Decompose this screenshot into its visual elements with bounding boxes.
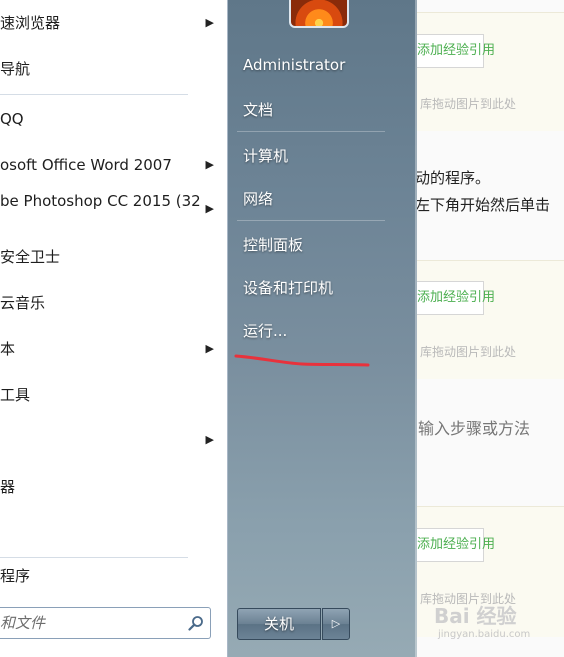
program-label: 导航 (0, 60, 31, 78)
watermark-sub-text: jingyan.baidu.com (438, 629, 531, 640)
search-icon[interactable] (188, 615, 204, 631)
program-label: QQ (0, 110, 24, 128)
shutdown-button-group: 关机 ▷ (237, 608, 350, 640)
program-label: 安全卫士 (0, 248, 61, 266)
program-item-tools[interactable]: 工具 (0, 380, 226, 410)
submenu-arrow-icon: ▶ (205, 16, 214, 29)
link-devices-and-printers[interactable]: 设备和打印机 (243, 277, 333, 298)
link-computer[interactable]: 计算机 (243, 145, 288, 166)
links-separator (237, 220, 385, 221)
link-user-folder[interactable]: Administrator (243, 56, 345, 74)
link-run[interactable]: 运行... (243, 320, 287, 341)
search-box[interactable] (0, 607, 211, 639)
submenu-arrow-icon: ▶ (205, 158, 214, 171)
search-input[interactable] (0, 608, 180, 638)
watermark-main-text: Bai 经验 (434, 604, 517, 628)
program-item-device[interactable]: 器 (0, 472, 226, 502)
all-programs-item[interactable]: 程序 (0, 561, 226, 591)
program-item-notepad[interactable]: 本 ▶ (0, 334, 226, 364)
bg-experience-panel-1 (410, 12, 564, 131)
link-documents[interactable]: 文档 (243, 99, 273, 120)
start-menu: 速浏览器 ▶ 导航 QQ osoft Office Word 2007 ▶ be… (0, 0, 417, 657)
program-item-security-guard[interactable]: 安全卫士 (0, 242, 226, 272)
link-network[interactable]: 网络 (243, 188, 273, 209)
menu-separator (0, 557, 188, 558)
red-underline-annotation (234, 354, 370, 367)
program-item-browser[interactable]: 速浏览器 ▶ (0, 8, 226, 38)
shutdown-options-button[interactable]: ▷ (322, 608, 350, 640)
program-item-navigation[interactable]: 导航 (0, 54, 226, 84)
baidu-jingyan-watermark: Bai 经验 jingyan.baidu.com (434, 600, 530, 640)
program-label: be Photoshop CC 2015 (32 (0, 192, 201, 210)
program-item-cloud-music[interactable]: 云音乐 (0, 288, 226, 318)
submenu-arrow-icon: ▶ (205, 433, 214, 446)
program-item-word-2007[interactable]: osoft Office Word 2007 ▶ (0, 150, 226, 180)
submenu-arrow-icon: ▶ (205, 202, 214, 215)
program-label: 器 (0, 478, 16, 496)
program-label: 程序 (0, 567, 31, 585)
bg-step-input-placeholder[interactable]: 输入步骤或方法 (418, 415, 530, 439)
bg-experience-panel-2 (410, 260, 564, 379)
bg-drag-hint-2: 库拖动图片到此处 (420, 345, 517, 359)
shutdown-button[interactable]: 关机 (237, 608, 321, 640)
program-item-photoshop[interactable]: be Photoshop CC 2015 (32 ▶ (0, 186, 226, 216)
start-menu-programs-pane: 速浏览器 ▶ 导航 QQ osoft Office Word 2007 ▶ be… (0, 0, 228, 657)
program-item-qq[interactable]: QQ (0, 104, 226, 134)
links-separator (237, 131, 385, 132)
program-label: 本 (0, 340, 16, 358)
program-label: 云音乐 (0, 294, 46, 312)
user-avatar[interactable] (289, 0, 349, 28)
program-item-unlabeled[interactable]: ▶ (0, 425, 226, 455)
program-label: osoft Office Word 2007 (0, 156, 172, 174)
program-label: 速浏览器 (0, 14, 61, 32)
link-control-panel[interactable]: 控制面板 (243, 234, 303, 255)
bg-drag-hint-1: 库拖动图片到此处 (420, 97, 517, 111)
menu-separator (0, 94, 188, 95)
submenu-arrow-icon: ▶ (205, 342, 214, 355)
program-label: 工具 (0, 386, 31, 404)
